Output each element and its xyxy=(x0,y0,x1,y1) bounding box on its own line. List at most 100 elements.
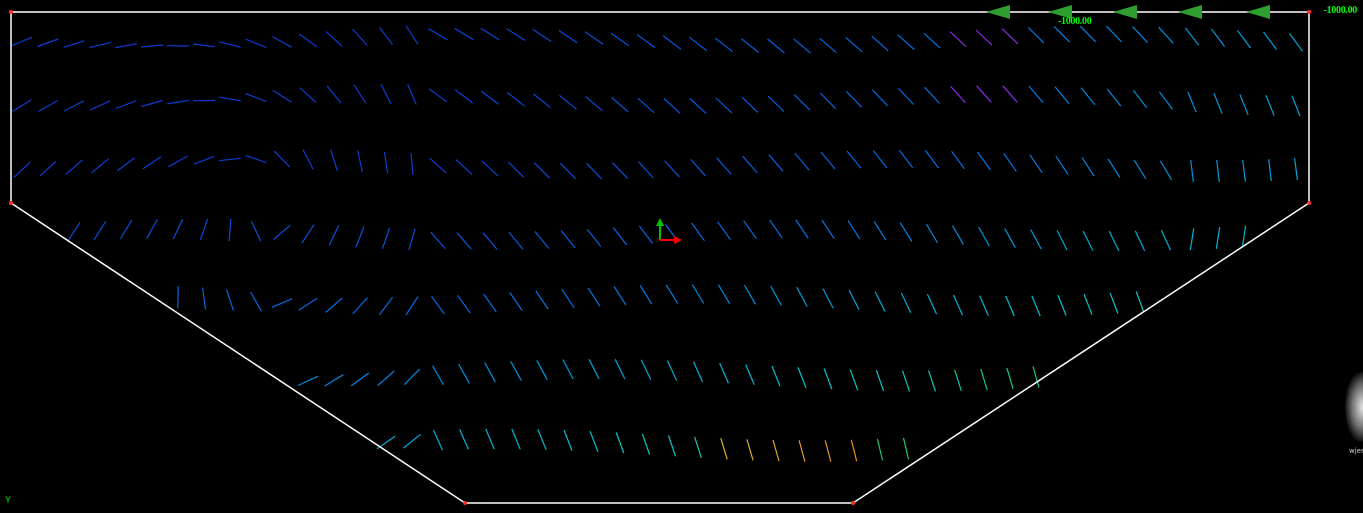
velocity-vector xyxy=(980,368,988,391)
velocity-vector xyxy=(532,28,552,43)
velocity-vector xyxy=(89,100,111,111)
velocity-vector xyxy=(378,26,394,46)
velocity-vector xyxy=(457,294,471,314)
velocity-vector xyxy=(272,35,292,48)
velocity-vector xyxy=(1079,25,1097,43)
velocity-vector xyxy=(1132,26,1148,43)
velocity-vector xyxy=(1107,158,1121,178)
velocity-vector xyxy=(535,290,549,310)
velocity-vector xyxy=(536,360,548,380)
velocity-vector xyxy=(1109,292,1119,314)
velocity-vector xyxy=(298,33,318,48)
velocity-vector xyxy=(819,92,837,110)
velocity-vector xyxy=(691,284,705,304)
velocity-vector xyxy=(403,368,421,386)
velocity-vector xyxy=(511,428,521,450)
velocity-vector xyxy=(381,227,391,249)
velocity-vector xyxy=(199,218,209,240)
velocity-vector xyxy=(1108,230,1120,252)
velocity-vector xyxy=(455,159,473,176)
velocity-vector xyxy=(949,31,967,48)
velocity-vector xyxy=(770,285,782,306)
velocity-vector xyxy=(228,218,232,242)
y-axis-label: Y xyxy=(5,495,12,505)
velocity-vector xyxy=(1030,229,1042,250)
velocity-vector xyxy=(767,38,785,54)
velocity-vector xyxy=(641,433,651,455)
velocity-vector xyxy=(689,98,707,114)
velocity-vector xyxy=(926,293,938,315)
velocity-vector xyxy=(1265,94,1275,116)
velocity-vector xyxy=(168,155,188,168)
velocity-vector xyxy=(13,161,31,178)
velocity-vector xyxy=(1190,159,1194,182)
velocity-vector xyxy=(772,439,780,462)
load-arrow-icon xyxy=(1246,5,1270,19)
velocity-vector xyxy=(898,149,914,169)
velocity-vector xyxy=(219,96,241,102)
velocity-vector xyxy=(1159,160,1173,181)
load-arrow-icon xyxy=(1113,5,1137,19)
velocity-vector xyxy=(383,151,389,174)
velocity-vector xyxy=(692,361,704,382)
velocity-vector xyxy=(355,226,365,248)
velocity-vector xyxy=(849,369,859,391)
velocity-vector xyxy=(377,370,395,386)
boundary-node xyxy=(851,501,855,505)
velocity-vector xyxy=(430,231,446,249)
velocity-vector xyxy=(1054,86,1070,104)
velocity-vector xyxy=(273,224,291,240)
velocity-vector xyxy=(561,288,575,309)
velocity-vector xyxy=(950,85,966,104)
velocity-vector xyxy=(405,25,419,45)
velocity-vector xyxy=(611,97,629,113)
velocity-vector xyxy=(690,159,706,177)
velocity-vector xyxy=(272,89,292,103)
velocity-vector xyxy=(428,28,448,41)
velocity-vector xyxy=(663,98,681,114)
velocity-vector xyxy=(901,370,911,392)
velocity-vector xyxy=(167,99,189,105)
velocity-vector xyxy=(715,37,733,53)
velocity-vector xyxy=(951,225,965,245)
velocity-vector xyxy=(219,41,241,48)
velocity-vector xyxy=(64,100,84,112)
domain-boundary xyxy=(10,11,1310,504)
velocity-vector xyxy=(116,157,136,172)
velocity-vector xyxy=(822,288,834,309)
velocity-vector xyxy=(978,226,990,247)
vector-plot-viewport[interactable]: -1000.00 -1000.00 Y wjer xyxy=(0,0,1363,513)
velocity-vector xyxy=(141,99,163,108)
velocity-vector xyxy=(245,155,267,164)
velocity-vector xyxy=(11,36,33,47)
velocity-vector xyxy=(245,93,267,103)
velocity-vector xyxy=(506,92,526,107)
load-arrow-icon xyxy=(1178,5,1202,19)
velocity-vector xyxy=(1029,154,1043,174)
velocity-vector xyxy=(900,292,912,314)
velocity-vector xyxy=(819,37,837,54)
velocity-vector xyxy=(769,219,783,239)
velocity-vector xyxy=(1239,94,1249,116)
velocity-vector xyxy=(533,93,551,109)
velocity-vector xyxy=(798,440,806,462)
velocity-vector xyxy=(1081,157,1095,177)
velocity-vector xyxy=(589,430,599,453)
velocity-vector xyxy=(745,364,755,385)
velocity-vector xyxy=(612,227,628,246)
velocity-vector xyxy=(1004,228,1016,248)
velocity-vector xyxy=(665,284,679,304)
velocity-vector xyxy=(352,28,368,46)
velocity-vector xyxy=(324,374,344,387)
velocity-vector xyxy=(743,284,757,305)
velocity-vector xyxy=(357,150,363,173)
velocity-vector xyxy=(558,30,578,44)
velocity-vector xyxy=(636,34,656,48)
velocity-vector xyxy=(428,88,448,103)
velocity-vector xyxy=(924,86,940,104)
velocity-vector xyxy=(1158,91,1174,110)
velocity-vector xyxy=(431,295,445,315)
velocity-vector xyxy=(481,160,499,177)
velocity-vector xyxy=(824,440,832,462)
velocity-vector xyxy=(796,286,808,307)
